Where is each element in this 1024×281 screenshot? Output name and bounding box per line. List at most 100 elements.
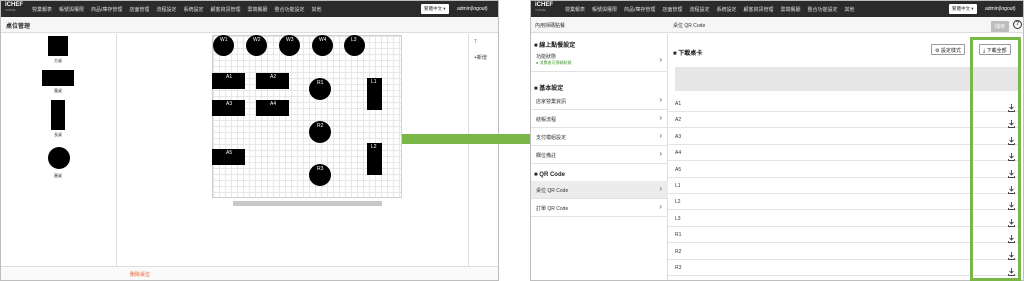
shape-label: 方桌 [54, 58, 62, 63]
sidebar-item-store-info[interactable]: 店家營業資訊 › [531, 92, 668, 110]
rect-table[interactable]: A4 [256, 100, 289, 116]
help-icon[interactable]: ? [1013, 20, 1022, 29]
wide-table-shape[interactable] [42, 70, 74, 86]
nav-item[interactable]: 顧客資訊管理 [743, 6, 773, 13]
table-name: L2 [675, 199, 681, 206]
nav-item[interactable]: 帳號與權限 [592, 6, 617, 13]
status-text: ● 消費者可掃碼點餐 [536, 60, 572, 65]
long-table-shape[interactable] [51, 100, 65, 130]
section-qr-code: ■ QR Code [534, 172, 565, 178]
chevron-right-icon: › [659, 55, 662, 64]
rect-table[interactable]: A3 [212, 100, 245, 116]
qr-table-row: A2 [668, 112, 1018, 129]
qr-table-row: R2 [668, 244, 1018, 260]
qr-table-row: A5 [668, 162, 1018, 178]
chevron-right-icon: › [659, 202, 662, 211]
add-new-button[interactable]: +新增 [474, 54, 487, 61]
save-button[interactable]: 儲存 [991, 21, 1010, 32]
language-select[interactable]: 繁體中文 ▾ [949, 4, 977, 14]
sidebar-item-table-qr[interactable]: 桌位 QR Code › [531, 181, 668, 199]
sidebar-item-order-qr[interactable]: 訂單 QR Code › [531, 199, 668, 217]
side-tab[interactable]: T [474, 39, 477, 45]
settings-sidebar: ■ 線上點餐設定 功能狀態 ● 消費者可掃碼點餐 › ■ 基本設定 店家營業資訊… [531, 34, 668, 280]
nav-item[interactable]: 雲端餐廳 [247, 6, 267, 13]
language-select[interactable]: 繁體中文 ▾ [421, 4, 449, 14]
qr-table-row: R1 [668, 227, 1018, 244]
style-settings-button[interactable]: ⚙ 設定樣式 [931, 44, 965, 55]
square-table-shape[interactable] [48, 36, 68, 56]
horizontal-scrollbar[interactable] [233, 201, 382, 206]
table-name: R1 [675, 232, 682, 239]
nav-item[interactable]: 店面管理 [129, 6, 149, 13]
chevron-right-icon: › [659, 95, 662, 104]
nav-item[interactable]: 雲端餐廳 [780, 6, 800, 13]
top-navigation-bar: iCHEF Y.FPHE 營業報表 帳號與權限 商品/庫存管理 店面管理 流程設定 系統設定… [531, 1, 1023, 17]
chevron-right-icon: › [659, 113, 662, 122]
table-label: L1 [371, 79, 377, 85]
table-label: L3 [351, 37, 357, 43]
ichef-logo: iCHEF Y.FPHE [5, 2, 23, 12]
nav-item[interactable]: 顧客資訊管理 [210, 6, 240, 13]
table-label: W4 [319, 37, 327, 43]
nav-item[interactable]: 系統設定 [183, 6, 203, 13]
section-basic-settings: ■ 基本設定 [534, 86, 564, 92]
sidebar-title: 內用掃碼點餐 [535, 23, 566, 29]
long-table[interactable]: L1 [367, 78, 382, 110]
user-logout[interactable]: admin(logout) [457, 6, 488, 12]
sidebar-item-checkout-flow[interactable]: 結帳流程 › [531, 110, 668, 128]
delete-table-button[interactable]: 刪除桌位 [130, 271, 150, 278]
sidebar-item-field-notes[interactable]: 欄位備註 › [531, 146, 668, 164]
table-label: L2 [371, 144, 377, 150]
round-table[interactable]: R3 [309, 164, 331, 186]
nav-item[interactable]: 帳號與權限 [59, 6, 84, 13]
qr-table-row: A4 [668, 145, 1018, 162]
rect-table[interactable]: A5 [212, 149, 245, 165]
shape-label: 圓桌 [54, 173, 62, 178]
round-table[interactable]: W2 [246, 35, 267, 56]
table-name: A5 [675, 166, 682, 173]
round-table[interactable]: R2 [309, 121, 331, 143]
page-header: 內用掃碼點餐 桌位 QR Code 儲存 ? [531, 17, 1023, 33]
nav-item[interactable]: 系統設定 [716, 6, 736, 13]
round-table[interactable]: W1 [213, 35, 234, 56]
chevron-right-icon: › [659, 149, 662, 158]
table-label: W1 [220, 37, 228, 43]
nav-item[interactable]: 其他 [845, 6, 855, 13]
long-table[interactable]: L2 [367, 143, 382, 175]
table-label: R3 [317, 166, 324, 172]
rect-table[interactable]: A2 [256, 73, 289, 89]
round-table[interactable]: R1 [309, 78, 331, 100]
main-nav: 營業報表 帳號與權限 商品/庫存管理 店面管理 流程設定 系統設定 顧客資訊管理 雲端餐廳 整合… [565, 6, 855, 13]
nav-item[interactable]: 營業報表 [32, 6, 52, 13]
nav-item[interactable]: 流程設定 [156, 6, 176, 13]
rect-table[interactable]: A1 [212, 73, 245, 89]
qr-table-row: L1 [668, 178, 1018, 194]
nav-item[interactable]: 整合功能設定 [808, 6, 838, 13]
sidebar-item-payment[interactable]: 支付模組設定 › [531, 128, 668, 146]
table-label: A2 [270, 74, 277, 80]
nav-item[interactable]: 店面管理 [662, 6, 682, 13]
user-logout[interactable]: admin(logout) [985, 6, 1016, 12]
ichef-logo: iCHEF Y.FPHE [535, 2, 553, 12]
page-title: 桌位 QR Code [673, 23, 706, 29]
shape-palette: 方桌 寬桌 長桌 圓桌 [1, 34, 117, 266]
round-table[interactable]: W3 [279, 35, 300, 56]
round-table[interactable]: L3 [344, 35, 365, 56]
nav-item[interactable]: 其他 [312, 6, 322, 13]
nav-item[interactable]: 營業報表 [565, 6, 585, 13]
sidebar-item-function-status[interactable]: 功能狀態 ● 消費者可掃碼點餐 › [531, 50, 668, 72]
table-name: A3 [675, 133, 682, 140]
nav-item[interactable]: 商品/庫存管理 [624, 6, 655, 13]
chevron-right-icon: › [659, 131, 662, 140]
table-name: A4 [675, 150, 682, 157]
nav-item[interactable]: 商品/庫存管理 [91, 6, 122, 13]
nav-item[interactable]: 流程設定 [689, 6, 709, 13]
qr-table-row: L3 [668, 211, 1018, 227]
round-table[interactable]: W4 [312, 35, 333, 56]
round-table-shape[interactable] [48, 147, 70, 169]
page-header: 桌位管理 [1, 17, 498, 33]
table-name: L1 [675, 183, 681, 189]
table-name: L3 [675, 215, 681, 222]
nav-item[interactable]: 整合功能設定 [275, 6, 305, 13]
table-label: A1 [226, 74, 233, 80]
